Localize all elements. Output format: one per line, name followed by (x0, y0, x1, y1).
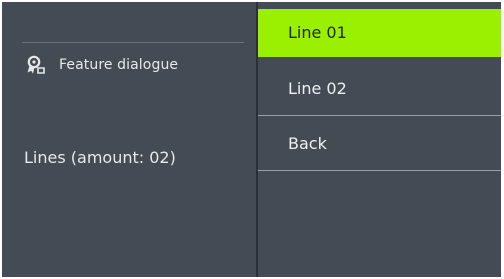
menu-item-label: Line 02 (288, 78, 347, 98)
menu-item-line-02[interactable]: Line 02 (258, 61, 501, 116)
menu-item-line-01[interactable]: Line 01 (258, 9, 501, 57)
menu-item-label: Back (288, 133, 327, 153)
lines-amount-summary: Lines (amount: 02) (24, 148, 176, 167)
dialog-title: Feature dialogue (24, 54, 178, 76)
info-pane-top-divider (22, 42, 244, 43)
menu-item-label: Line 01 (288, 23, 347, 42)
lines-menu: Line 01 Line 02 Back (258, 2, 501, 277)
feature-settings-icon (24, 54, 46, 76)
dialog-info-pane: Feature dialogue Lines (amount: 02) (2, 2, 256, 277)
menu-item-back[interactable]: Back (258, 116, 501, 171)
feature-dialog-window: Feature dialogue Lines (amount: 02) Line… (2, 2, 501, 277)
dialog-title-label: Feature dialogue (59, 57, 179, 73)
